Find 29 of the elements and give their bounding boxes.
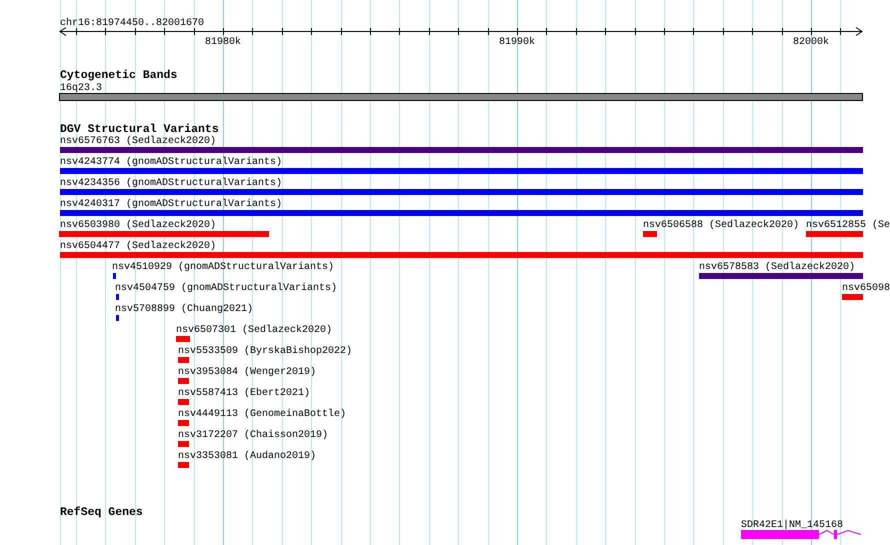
variant-label: nsv6504477 (Sedlazeck2020)	[60, 241, 216, 252]
variant-label: nsv6512855 (Se	[806, 220, 890, 231]
variant-label: nsv4449113 (GenomeinaBottle)	[178, 409, 346, 420]
variant-label: nsv6578583 (Sedlazeck2020)	[699, 262, 856, 273]
gene-label: SDR42E1|NM_145168	[741, 520, 844, 531]
variant-label: nsv3953084 (Wenger2019)	[178, 367, 316, 378]
variant-label: nsv3353081 (Audano2019)	[178, 451, 316, 462]
band-label: 16q23.3	[60, 83, 102, 94]
variant-label: nsv4504759 (gnomADStructuralVariants)	[115, 283, 338, 294]
variant-label: nsv6507301 (Sedlazeck2020)	[176, 325, 332, 336]
variant-label: nsv5533509 (ByrskaBishop2022)	[178, 346, 352, 357]
track-title: DGV Structural Variants	[60, 123, 219, 136]
variant-label: nsv4243774 (gnomADStructuralVariants)	[60, 157, 282, 168]
variant-label: nsv4240317 (gnomADStructuralVariants)	[60, 199, 282, 210]
track-title: RefSeq Genes	[60, 506, 143, 519]
tick-label: 81980k	[205, 37, 241, 48]
variant-label: nsv5708899 (Chuang2021)	[115, 304, 254, 315]
variant-label: nsv65098	[842, 283, 890, 294]
variant-label: nsv6503980 (Sedlazeck2020)	[60, 220, 216, 231]
variant-label: nsv6576763 (Sedlazeck2020)	[60, 136, 216, 147]
variant-label: nsv4510929 (gnomADStructuralVariants)	[112, 262, 334, 273]
track-title: Cytogenetic Bands	[60, 69, 178, 82]
variant-label: nsv6506588 (Sedlazeck2020)	[643, 220, 800, 231]
tick-label: 82000k	[793, 37, 829, 48]
variant-label: nsv3172207 (Chaisson2019)	[178, 430, 328, 441]
location-label: chr16:81974450..82001670	[60, 18, 204, 29]
variant-label: nsv5587413 (Ebert2021)	[178, 388, 310, 399]
tick-label: 81990k	[499, 37, 535, 48]
variant-label: nsv4234356 (gnomADStructuralVariants)	[60, 178, 282, 189]
